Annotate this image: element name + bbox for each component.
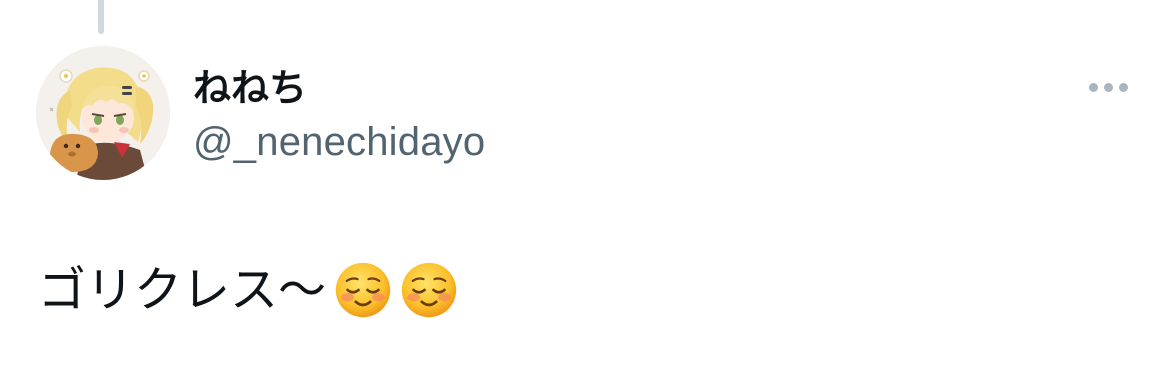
tweet-text: ゴリクレス〜 — [38, 262, 327, 318]
smiling-face-icon — [400, 261, 458, 319]
avatar[interactable] — [36, 46, 170, 180]
avatar-illustration-icon — [36, 46, 170, 180]
more-icon-dot — [1118, 82, 1128, 92]
smiling-face-icon — [334, 261, 392, 319]
more-icon-dot — [1103, 82, 1113, 92]
thread-connector-line — [98, 0, 104, 34]
tweet-body: ゴリクレス〜 — [38, 254, 458, 326]
more-options-button[interactable] — [1082, 72, 1134, 102]
more-icon — [1088, 82, 1098, 92]
author-handle[interactable]: @_nenechidayo — [193, 116, 485, 168]
author-display-name[interactable]: ねねち — [193, 62, 307, 114]
